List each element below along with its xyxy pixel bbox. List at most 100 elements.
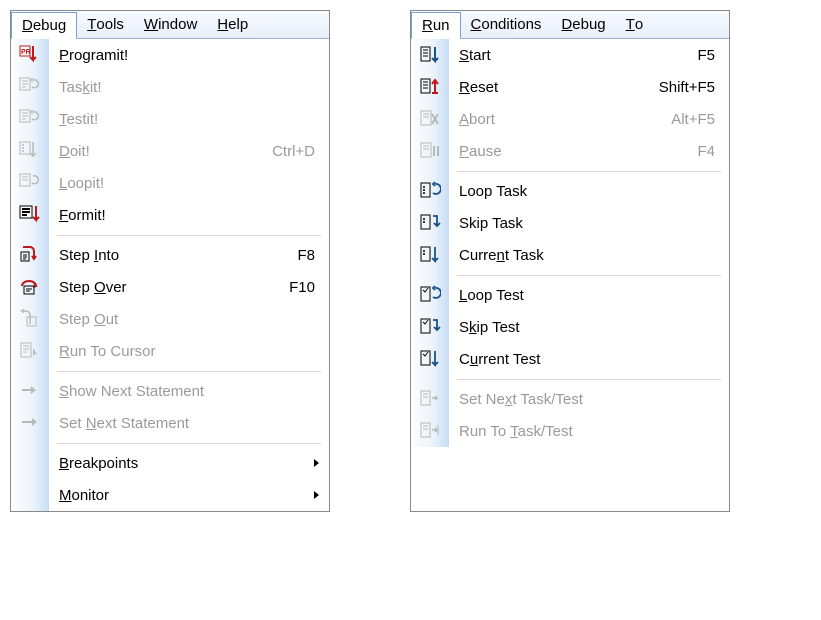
left-menubar-debug[interactable]: Debug — [11, 12, 77, 39]
menu-item-label: Testit! — [57, 111, 315, 128]
right-menubar-debug[interactable]: Debug — [551, 11, 615, 38]
loop-test-icon — [411, 279, 449, 311]
right-item-set-next-task-test: Set Next Task/Test — [411, 383, 729, 415]
step-out-icon — [11, 303, 49, 335]
menubar-right: RunConditionsDebugTo — [411, 11, 729, 39]
test-cycle-icon — [11, 103, 49, 135]
left-item-loopit-: Loopit! — [11, 167, 329, 199]
menu-separator — [411, 167, 729, 175]
menu-item-label: Current Test — [457, 351, 715, 368]
right-item-loop-task[interactable]: Loop Task — [411, 175, 729, 207]
menu-item-shortcut: F10 — [259, 279, 315, 296]
menu-item-label: Abort — [457, 111, 641, 128]
right-item-skip-test[interactable]: Skip Test — [411, 311, 729, 343]
blank-icon — [11, 479, 49, 511]
debug-menu-panel: DebugToolsWindowHelp PR Programit! Taskit!… — [10, 10, 330, 512]
blank-icon — [11, 447, 49, 479]
task-cycle-icon — [11, 71, 49, 103]
menu-item-label: Loop Task — [457, 183, 715, 200]
menu-item-label: Skip Test — [457, 319, 715, 336]
menu-item-label: Pause — [457, 143, 667, 160]
left-menubar-tools[interactable]: Tools — [77, 11, 134, 38]
right-item-loop-test[interactable]: Loop Test — [411, 279, 729, 311]
right-menubar-run[interactable]: Run — [411, 12, 461, 39]
skip-task-icon — [411, 207, 449, 239]
menu-item-label: Current Task — [457, 247, 715, 264]
menu-separator — [11, 367, 329, 375]
run-to-cursor-icon — [11, 335, 49, 367]
left-item-doit-: Doit!Ctrl+D — [11, 135, 329, 167]
current-test-icon — [411, 343, 449, 375]
menu-item-label: Run To Task/Test — [457, 423, 715, 440]
menu-item-label: Programit! — [57, 47, 315, 64]
svg-text:PR: PR — [21, 49, 31, 56]
run-menu-panel: RunConditionsDebugTo StartF5ResetShift+F… — [410, 10, 730, 512]
menu-item-label: Reset — [457, 79, 629, 96]
menu-item-label: Show Next Statement — [57, 383, 315, 400]
menu-separator — [11, 231, 329, 239]
left-item-run-to-cursor: Run To Cursor — [11, 335, 329, 367]
skip-test-icon — [411, 311, 449, 343]
menu-item-shortcut: Alt+F5 — [641, 111, 715, 128]
run-to-task-icon — [411, 415, 449, 447]
right-item-run-to-task-test: Run To Task/Test — [411, 415, 729, 447]
right-item-reset[interactable]: ResetShift+F5 — [411, 71, 729, 103]
right-menubar-to[interactable]: To — [616, 11, 654, 38]
menu-separator — [411, 271, 729, 279]
right-item-pause: PauseF4 — [411, 135, 729, 167]
submenu-arrow-icon — [314, 459, 319, 467]
menu-item-label: Skip Task — [457, 215, 715, 232]
right-item-current-test[interactable]: Current Test — [411, 343, 729, 375]
menu-item-label: Run To Cursor — [57, 343, 315, 360]
menu-separator — [411, 375, 729, 383]
list-reset-icon — [411, 71, 449, 103]
menu-item-label: Start — [457, 47, 667, 64]
left-menubar-window[interactable]: Window — [134, 11, 207, 38]
left-item-monitor[interactable]: Monitor — [11, 479, 329, 511]
left-item-taskit-: Taskit! — [11, 71, 329, 103]
right-item-skip-task[interactable]: Skip Task — [411, 207, 729, 239]
menu-item-shortcut: F5 — [667, 47, 715, 64]
current-task-icon — [411, 239, 449, 271]
form-down-icon — [11, 199, 49, 231]
menu-item-shortcut: Shift+F5 — [629, 79, 715, 96]
right-item-abort: AbortAlt+F5 — [411, 103, 729, 135]
menu-item-label: Monitor — [57, 487, 315, 504]
menu-item-label: Set Next Statement — [57, 415, 315, 432]
left-item-testit-: Testit! — [11, 103, 329, 135]
menu-item-shortcut: F8 — [267, 247, 315, 264]
menu-item-label: Taskit! — [57, 79, 315, 96]
left-item-set-next-statement: Set Next Statement — [11, 407, 329, 439]
menu-item-shortcut: Ctrl+D — [242, 143, 315, 160]
show-next-icon — [11, 375, 49, 407]
left-item-step-out: Step Out — [11, 303, 329, 335]
step-into-icon — [11, 239, 49, 271]
menu-item-label: Formit! — [57, 207, 315, 224]
menu-item-label: Set Next Task/Test — [457, 391, 715, 408]
step-over-icon — [11, 271, 49, 303]
loop-cycle-icon — [11, 167, 49, 199]
menu-item-label: Step Out — [57, 311, 315, 328]
loop-task-icon — [411, 175, 449, 207]
left-item-step-over[interactable]: Step OverF10 — [11, 271, 329, 303]
right-item-current-task[interactable]: Current Task — [411, 239, 729, 271]
right-item-start[interactable]: StartF5 — [411, 39, 729, 71]
menu-item-label: Step Over — [57, 279, 259, 296]
pause-icon — [411, 135, 449, 167]
menu-item-label: Breakpoints — [57, 455, 315, 472]
do-down-icon — [11, 135, 49, 167]
menu-item-label: Loop Test — [457, 287, 715, 304]
menubar-left: DebugToolsWindowHelp — [11, 11, 329, 39]
menu-item-shortcut: F4 — [667, 143, 715, 160]
abort-icon — [411, 103, 449, 135]
set-next-icon — [11, 407, 49, 439]
left-item-formit-[interactable]: Formit! — [11, 199, 329, 231]
right-menubar-conditions[interactable]: Conditions — [461, 11, 552, 38]
left-menubar-help[interactable]: Help — [207, 11, 258, 38]
left-item-step-into[interactable]: Step IntoF8 — [11, 239, 329, 271]
left-item-breakpoints[interactable]: Breakpoints — [11, 447, 329, 479]
left-item-programit-[interactable]: PR Programit! — [11, 39, 329, 71]
debug-dropdown: PR Programit! Taskit! Testit! Doit!Ctrl+DLoo… — [11, 39, 329, 511]
submenu-arrow-icon — [314, 491, 319, 499]
run-dropdown: StartF5ResetShift+F5AbortAlt+F5PauseF4Lo… — [411, 39, 729, 447]
